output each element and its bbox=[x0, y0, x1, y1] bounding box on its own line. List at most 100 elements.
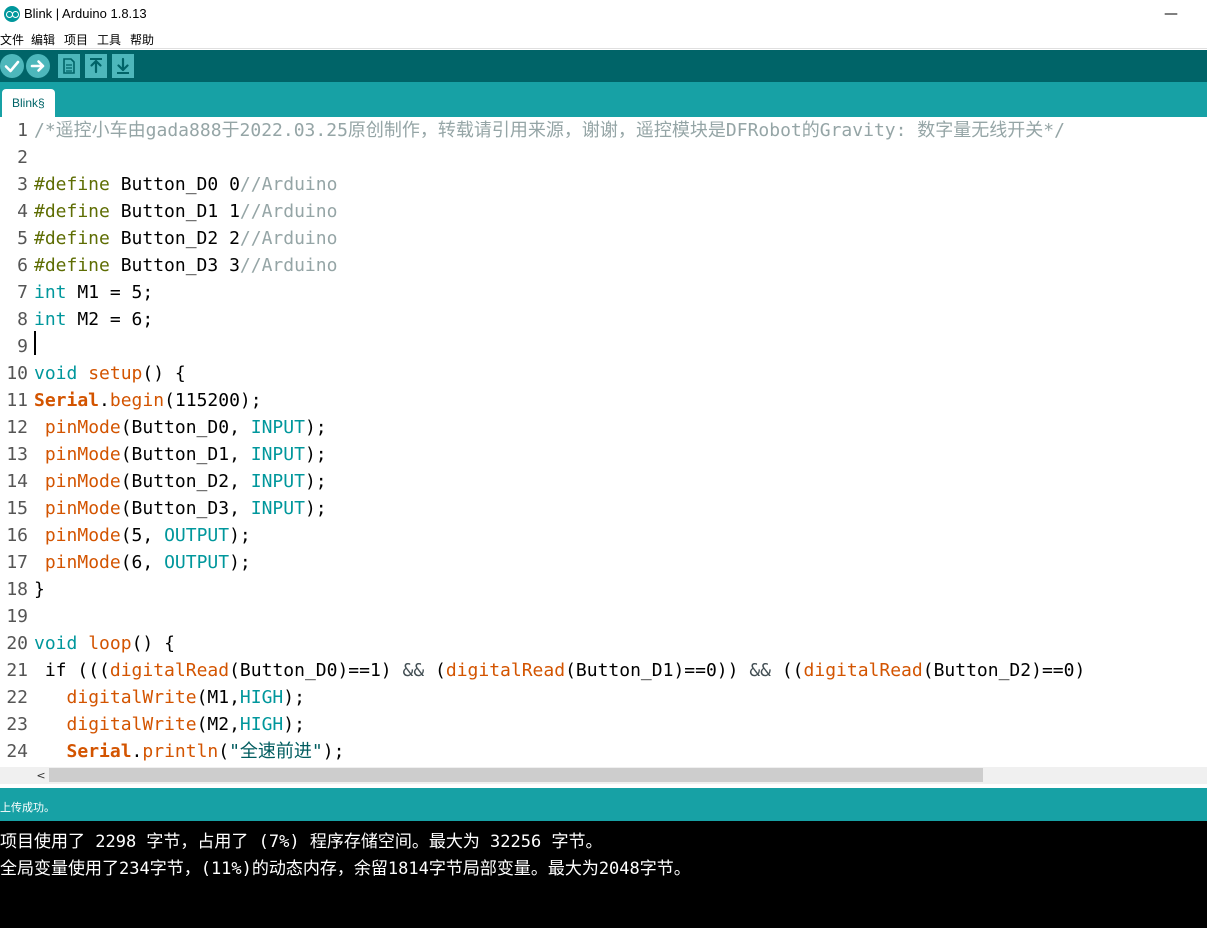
code-token: //Arduino bbox=[239, 201, 338, 222]
code-token: pinMode bbox=[44, 525, 121, 546]
arduino-logo-icon bbox=[4, 6, 20, 22]
code-line[interactable]: 23 digitalWrite(M2,HIGH); bbox=[0, 711, 1207, 738]
code-token: ); bbox=[304, 417, 327, 438]
code-token: void bbox=[34, 633, 78, 654]
code-line[interactable]: 12 pinMode(Button_D0, INPUT); bbox=[0, 414, 1207, 441]
code-token: (5, bbox=[120, 525, 165, 546]
code-line[interactable]: 17 pinMode(6, OUTPUT); bbox=[0, 549, 1207, 576]
menu-edit[interactable]: 编辑 bbox=[31, 31, 55, 48]
code-token: INPUT bbox=[250, 498, 305, 519]
code-token: if bbox=[34, 660, 67, 681]
code-line[interactable]: 13 pinMode(Button_D1, INPUT); bbox=[0, 441, 1207, 468]
code-token: INPUT bbox=[250, 471, 305, 492]
code-token: int bbox=[34, 309, 67, 330]
line-number: 22 bbox=[6, 687, 28, 708]
code-token: ); bbox=[229, 525, 251, 546]
code-token: OUTPUT bbox=[164, 552, 230, 573]
code-token: ); bbox=[229, 552, 251, 573]
code-text: #define Button_D3 3//Arduino bbox=[34, 252, 337, 279]
code-line[interactable]: 21 if (((digitalRead(Button_D0)==1) && (… bbox=[0, 657, 1207, 684]
code-line[interactable]: 11 Serial.begin(115200); bbox=[0, 387, 1207, 414]
menu-help[interactable]: 帮助 bbox=[130, 31, 154, 48]
code-line[interactable]: 3 #define Button_D0 0//Arduino bbox=[0, 171, 1207, 198]
toolbar bbox=[0, 50, 1207, 82]
code-line[interactable]: 14 pinMode(Button_D2, INPUT); bbox=[0, 468, 1207, 495]
new-sketch-button[interactable] bbox=[58, 54, 80, 78]
horizontal-scrollbar[interactable]: < bbox=[0, 767, 1207, 784]
code-line[interactable]: 5 #define Button_D2 2//Arduino bbox=[0, 225, 1207, 252]
code-token: } bbox=[34, 579, 45, 600]
line-number: 8 bbox=[17, 309, 28, 330]
code-token: digitalWrite bbox=[66, 714, 197, 735]
code-token: pinMode bbox=[44, 498, 121, 519]
console-line: 全局变量使用了234字节，(11%)的动态内存，余留1814字节局部变量。最大为… bbox=[0, 859, 691, 879]
code-text: #define Button_D2 2//Arduino bbox=[34, 225, 337, 252]
code-token: int bbox=[34, 282, 67, 303]
code-text: } bbox=[34, 576, 45, 603]
code-token: //Arduino bbox=[239, 174, 338, 195]
code-token: (Button_D0, bbox=[120, 417, 251, 438]
code-line[interactable]: 8 int M2 = 6; bbox=[0, 306, 1207, 333]
menu-file[interactable]: 文件 bbox=[0, 31, 24, 48]
code-text: pinMode(Button_D0, INPUT); bbox=[34, 414, 327, 441]
code-token: pinMode bbox=[44, 444, 121, 465]
code-token: digitalRead bbox=[109, 660, 230, 681]
menu-tools[interactable]: 工具 bbox=[97, 31, 121, 48]
code-line[interactable]: 1 /*遥控小车由gada888于2022.03.25原创制作，转载请引用来源，谢… bbox=[0, 117, 1207, 144]
code-line[interactable]: 24 Serial.println("全速前进"); bbox=[0, 738, 1207, 765]
scrollbar-thumb[interactable] bbox=[49, 768, 983, 782]
code-token: (M2, bbox=[196, 714, 240, 735]
code-token: Button_D3 3 bbox=[109, 255, 240, 276]
code-token: void bbox=[34, 363, 78, 384]
line-number: 18 bbox=[6, 579, 28, 600]
scroll-left-arrow-icon[interactable]: < bbox=[34, 767, 48, 784]
code-editor[interactable]: 1 /*遥控小车由gada888于2022.03.25原创制作，转载请引用来源，谢… bbox=[0, 117, 1207, 767]
line-number: 15 bbox=[6, 498, 28, 519]
code-text: pinMode(Button_D1, INPUT); bbox=[34, 441, 327, 468]
code-token: println bbox=[142, 741, 219, 762]
line-number: 2 bbox=[17, 147, 28, 168]
code-line[interactable]: 9 bbox=[0, 333, 1207, 360]
tab-blink[interactable]: Blink§ bbox=[2, 89, 55, 117]
code-line[interactable]: 6 #define Button_D3 3//Arduino bbox=[0, 252, 1207, 279]
code-token: ); bbox=[322, 741, 345, 762]
verify-button[interactable] bbox=[0, 54, 24, 78]
code-text: void loop() { bbox=[34, 630, 175, 657]
code-token: ); bbox=[283, 714, 305, 735]
code-line[interactable]: 2 bbox=[0, 144, 1207, 171]
open-button[interactable] bbox=[85, 54, 107, 78]
code-text: void setup() { bbox=[34, 360, 186, 387]
code-token: digitalRead bbox=[445, 660, 566, 681]
code-line[interactable]: 20 void loop() { bbox=[0, 630, 1207, 657]
save-button[interactable] bbox=[112, 54, 134, 78]
line-number: 11 bbox=[6, 390, 28, 411]
code-line[interactable]: 7 int M1 = 5; bbox=[0, 279, 1207, 306]
code-line[interactable]: 18} bbox=[0, 576, 1207, 603]
code-token: digitalRead bbox=[803, 660, 923, 681]
line-number: 5 bbox=[17, 228, 28, 249]
minimize-button[interactable]: — bbox=[1148, 0, 1194, 28]
code-line[interactable]: 22 digitalWrite(M1,HIGH); bbox=[0, 684, 1207, 711]
code-line[interactable]: 4 #define Button_D1 1//Arduino bbox=[0, 198, 1207, 225]
menu-sketch[interactable]: 项目 bbox=[64, 31, 88, 48]
code-token: Button_D1 1 bbox=[109, 201, 240, 222]
upload-button[interactable] bbox=[26, 54, 50, 78]
code-token: loop bbox=[88, 633, 132, 654]
code-line[interactable]: 19 bbox=[0, 603, 1207, 630]
code-line[interactable]: 15 pinMode(Button_D3, INPUT); bbox=[0, 495, 1207, 522]
code-line[interactable]: 16 pinMode(5, OUTPUT); bbox=[0, 522, 1207, 549]
code-line[interactable]: 10 void setup() { bbox=[0, 360, 1207, 387]
window-title: Blink | Arduino 1.8.13 bbox=[24, 6, 147, 21]
checkmark-icon bbox=[4, 60, 20, 73]
arrow-up-icon bbox=[90, 58, 102, 74]
line-number: 4 bbox=[17, 201, 28, 222]
new-file-icon bbox=[63, 58, 75, 74]
menu-bar: 文件 编辑 项目 工具 帮助 bbox=[0, 28, 1207, 49]
code-token: (( bbox=[771, 660, 804, 681]
